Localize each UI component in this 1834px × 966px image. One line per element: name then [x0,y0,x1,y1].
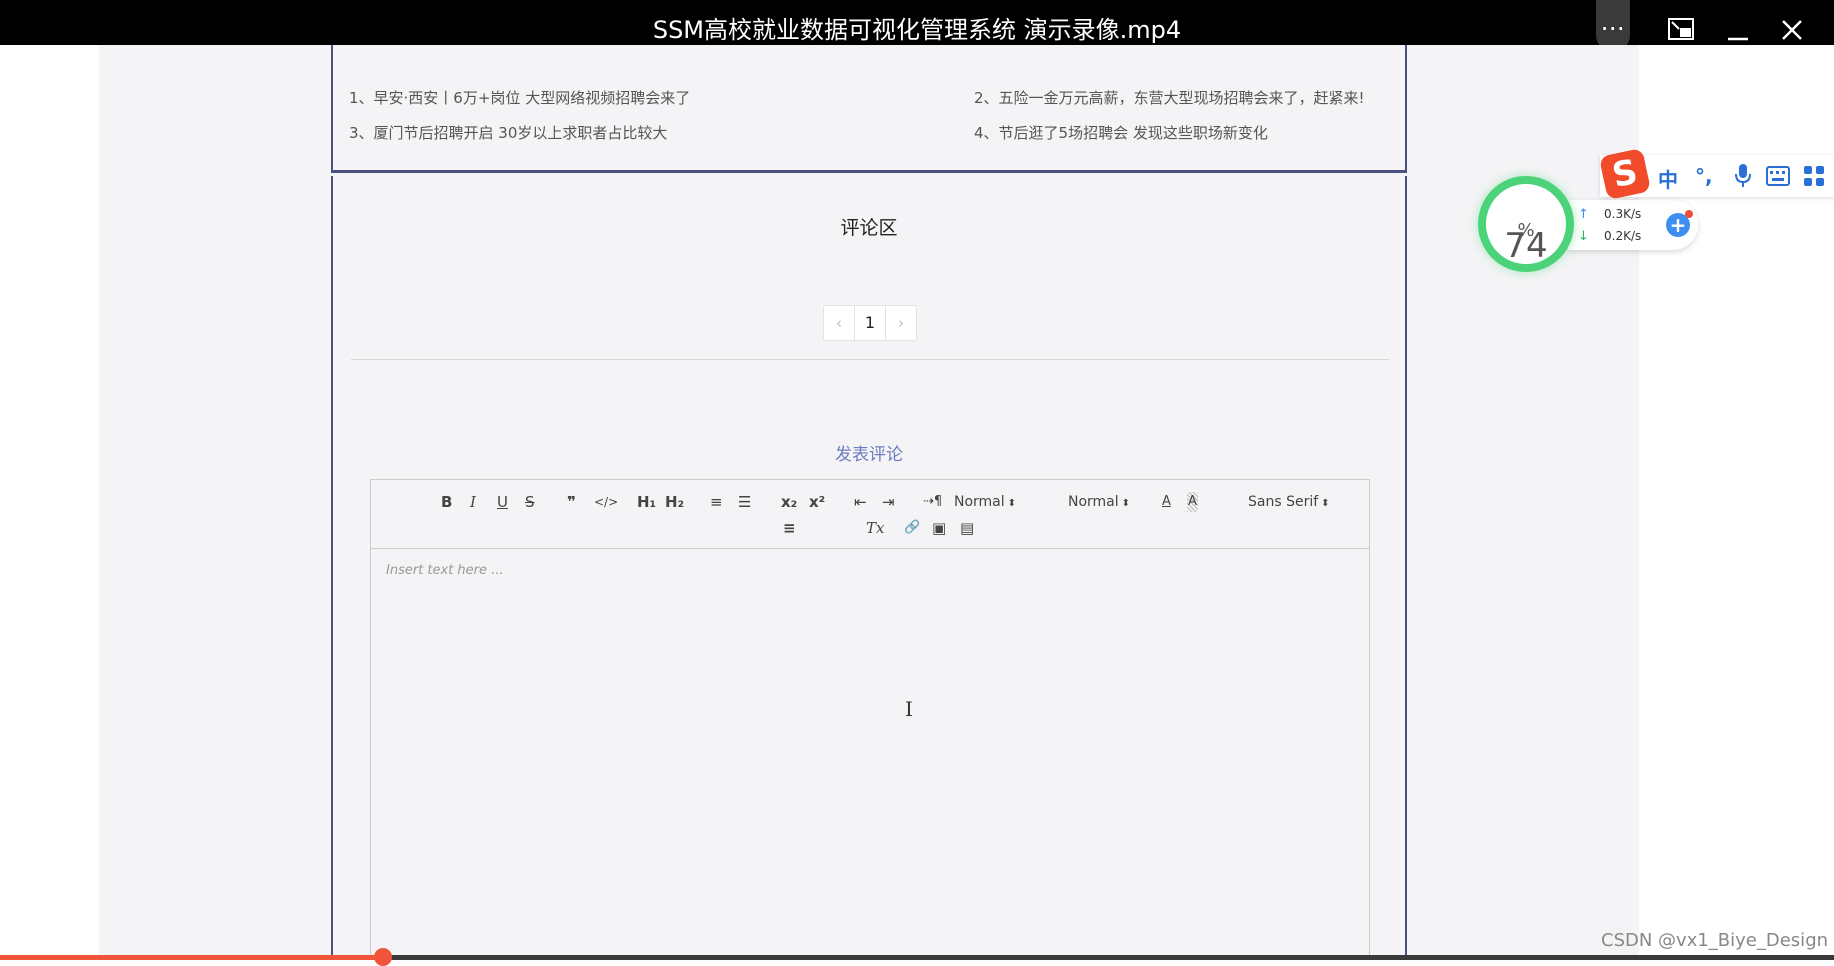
minimize-icon [1728,37,1748,41]
close-icon [1782,20,1802,40]
sogou-logo-icon[interactable]: S [1598,147,1652,201]
minimize-button[interactable] [1713,0,1763,45]
text-cursor-icon: I [905,697,913,721]
text-direction-button[interactable]: ⇢¶ [923,492,942,512]
picture-in-picture-button[interactable] [1656,0,1706,45]
sort-caret-icon: ⬍ [1121,498,1131,509]
size-picker-label: Normal [1068,494,1119,510]
link-button[interactable]: 🔗 [904,518,920,538]
comment-section-title: 评论区 [840,217,898,239]
news-link-3[interactable]: 3、厦门节后招聘开启 30岁以上求职者占比较大 [349,122,667,143]
underline-button[interactable]: U [497,492,508,512]
input-method-toolbar: S 中 °, [1598,147,1834,201]
page-margin-left [0,45,99,955]
text-color-button[interactable]: A [1162,492,1171,512]
post-comment-title: 发表评论 [835,445,903,465]
player-title-bar: SSM高校就业数据可视化管理系统 演示录像.mp4 ⋯ [0,0,1834,52]
bold-button[interactable]: B [441,492,452,512]
sort-caret-icon: ⬍ [1321,498,1330,509]
clean-format-button[interactable]: Tx [866,518,884,538]
pagination: ‹ 1 › [823,305,917,341]
align-button[interactable]: ≡ [783,518,796,538]
header-picker[interactable]: Normal ⬍ [954,492,1016,514]
more-icon: ⋯ [1600,14,1626,42]
code-block-button[interactable]: </> [594,492,618,512]
usage-percent: 74 [1504,226,1548,266]
memory-usage-ring: 74% [1478,176,1574,272]
h2-button[interactable]: H₂ [665,492,684,512]
microphone-icon[interactable] [1734,163,1752,189]
size-picker[interactable]: Normal ⬍ [1068,492,1130,514]
strike-button[interactable]: S [525,492,535,512]
page-number-button[interactable]: 1 [854,306,886,340]
add-icon[interactable]: + [1666,210,1693,237]
video-button[interactable]: ▤ [960,518,974,538]
subscript-button[interactable]: x₂ [781,492,797,512]
comment-section: 评论区 ‹ 1 › 发表评论 B I U S ❞ </> H₁ H₂ ≡ ☰ x… [331,176,1407,960]
apps-grid-icon[interactable] [1803,165,1825,187]
related-news-panel: 1、早安·西安丨6万+岗位 大型网络视频招聘会来了 2、五险一金万元高薪，东营大… [331,45,1407,173]
download-arrow-icon: ↓ [1578,229,1589,244]
more-options-button[interactable]: ⋯ [1588,0,1638,52]
rich-text-editor: B I U S ❞ </> H₁ H₂ ≡ ☰ x₂ x² ⇤ ⇥ ⇢¶ Nor… [370,479,1370,960]
keyboard-icon[interactable] [1766,166,1790,186]
pip-icon [1668,18,1694,40]
prev-page-button[interactable]: ‹ [824,306,854,340]
upload-speed: 0.3K/s [1604,207,1642,221]
video-progress-handle[interactable] [374,948,392,966]
blockquote-button[interactable]: ❞ [567,492,576,512]
ime-language-toggle[interactable]: 中 [1658,164,1678,193]
download-speed: 0.2K/s [1604,229,1642,243]
network-speed-card: ↑ 0.3K/s ↓ 0.2K/s + [1568,200,1698,250]
news-link-1[interactable]: 1、早安·西安丨6万+岗位 大型网络视频招聘会来了 [349,87,690,108]
background-color-button[interactable]: A [1187,492,1198,512]
video-progress-fill [0,955,383,960]
bullet-list-button[interactable]: ☰ [738,492,751,512]
italic-button[interactable]: I [470,492,476,512]
next-page-button[interactable]: › [886,306,916,340]
news-link-2[interactable]: 2、五险一金万元高薪，东营大型现场招聘会来了，赶紧来! [974,87,1365,108]
news-link-4[interactable]: 4、节后逛了5场招聘会 发现这些职场新变化 [974,122,1268,143]
outdent-button[interactable]: ⇤ [854,492,867,512]
header-picker-label: Normal [954,494,1005,510]
superscript-button[interactable]: x² [809,492,825,512]
divider [351,359,1389,360]
indent-button[interactable]: ⇥ [882,492,895,512]
csdn-watermark: CSDN @vx1_Biye_Design [1601,930,1829,951]
upload-arrow-icon: ↑ [1578,207,1589,222]
sort-caret-icon: ⬍ [1007,498,1017,509]
font-picker-label: Sans Serif [1248,494,1319,510]
editor-textarea[interactable]: Insert text here ... [386,563,504,578]
h1-button[interactable]: H₁ [637,492,656,512]
close-button[interactable] [1767,0,1817,45]
ime-punctuation-toggle[interactable]: °, [1695,164,1713,188]
ordered-list-button[interactable]: ≡ [710,492,723,512]
font-picker[interactable]: Sans Serif ⬍ [1248,492,1330,514]
video-title: SSM高校就业数据可视化管理系统 演示录像.mp4 [652,16,1182,44]
editor-toolbar: B I U S ❞ </> H₁ H₂ ≡ ☰ x₂ x² ⇤ ⇥ ⇢¶ Nor… [371,480,1369,549]
image-button[interactable]: ▣ [932,518,946,538]
